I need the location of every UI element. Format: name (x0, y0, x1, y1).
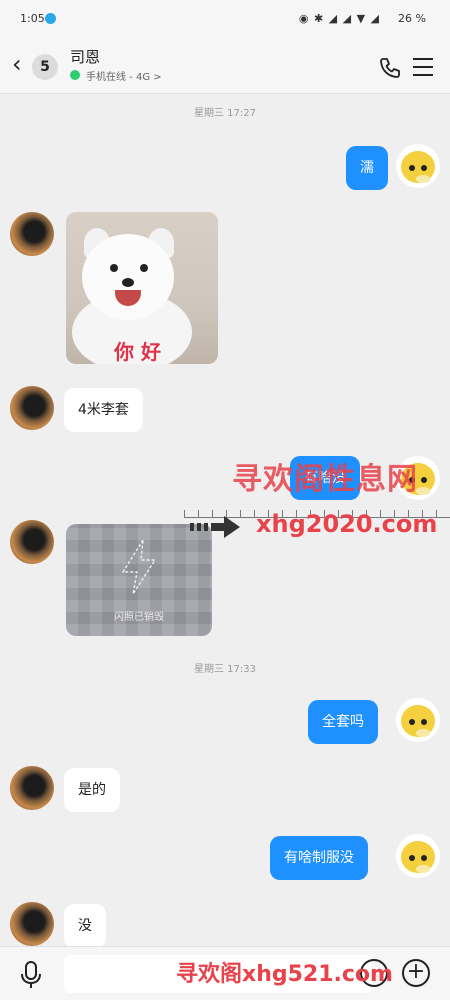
my-avatar[interactable] (396, 698, 440, 742)
status-icons: ◉ ✱ ◢ ◢ ▼ ◢ (298, 12, 380, 25)
online-indicator (70, 70, 80, 80)
back-icon[interactable]: ‹ (12, 52, 22, 76)
message-bubble[interactable]: 4米李套 (64, 388, 143, 432)
contact-avatar[interactable] (10, 386, 54, 430)
chat-header: ‹ 5 司恩 手机在线 - 4G > (0, 36, 450, 94)
message-bubble[interactable]: 濡 (346, 146, 388, 190)
watermark-bottom: 寻欢阁xhg521.com (176, 962, 393, 987)
status-bar: 1:05 ◉ ✱ ◢ ◢ ▼ ◢ 26 % (0, 0, 450, 36)
menu-icon[interactable] (413, 58, 433, 76)
flash-icon (121, 539, 157, 595)
notification-icon (45, 13, 56, 24)
mic-icon[interactable] (20, 961, 42, 989)
contact-avatar[interactable] (10, 902, 54, 946)
status-time: 1:05 (20, 12, 45, 25)
battery-level: 26 % (398, 12, 426, 25)
photo-caption: 闪照已销毁 (114, 612, 164, 623)
watermark-url: xhg2020.com (256, 510, 438, 538)
watermark-text: 寻欢阁性息网 (232, 462, 418, 497)
message-bubble[interactable]: 全套吗 (308, 700, 378, 744)
my-avatar[interactable] (396, 144, 440, 188)
message-bubble[interactable]: 是的 (64, 768, 120, 812)
contact-avatar[interactable] (10, 212, 54, 256)
my-avatar[interactable] (396, 834, 440, 878)
sticker-caption: 你 好 (114, 340, 161, 364)
phone-icon[interactable] (378, 56, 402, 80)
flash-photo-message[interactable]: 闪照已销毁 (66, 524, 212, 636)
arrow-icon (190, 516, 240, 538)
sticker-message[interactable]: 你 好 (66, 212, 218, 364)
plus-icon[interactable]: + (402, 959, 430, 987)
message-bubble[interactable]: 没 (64, 904, 106, 948)
presence-status[interactable]: 手机在线 - 4G > (86, 68, 162, 83)
unread-badge[interactable]: 5 (32, 54, 58, 80)
contact-name[interactable]: 司恩 (70, 46, 100, 67)
message-bubble[interactable]: 有啥制服没 (270, 836, 368, 880)
timestamp: 星期三 17:27 (194, 108, 256, 119)
timestamp: 星期三 17:33 (194, 664, 256, 675)
contact-avatar[interactable] (10, 520, 54, 564)
contact-avatar[interactable] (10, 766, 54, 810)
